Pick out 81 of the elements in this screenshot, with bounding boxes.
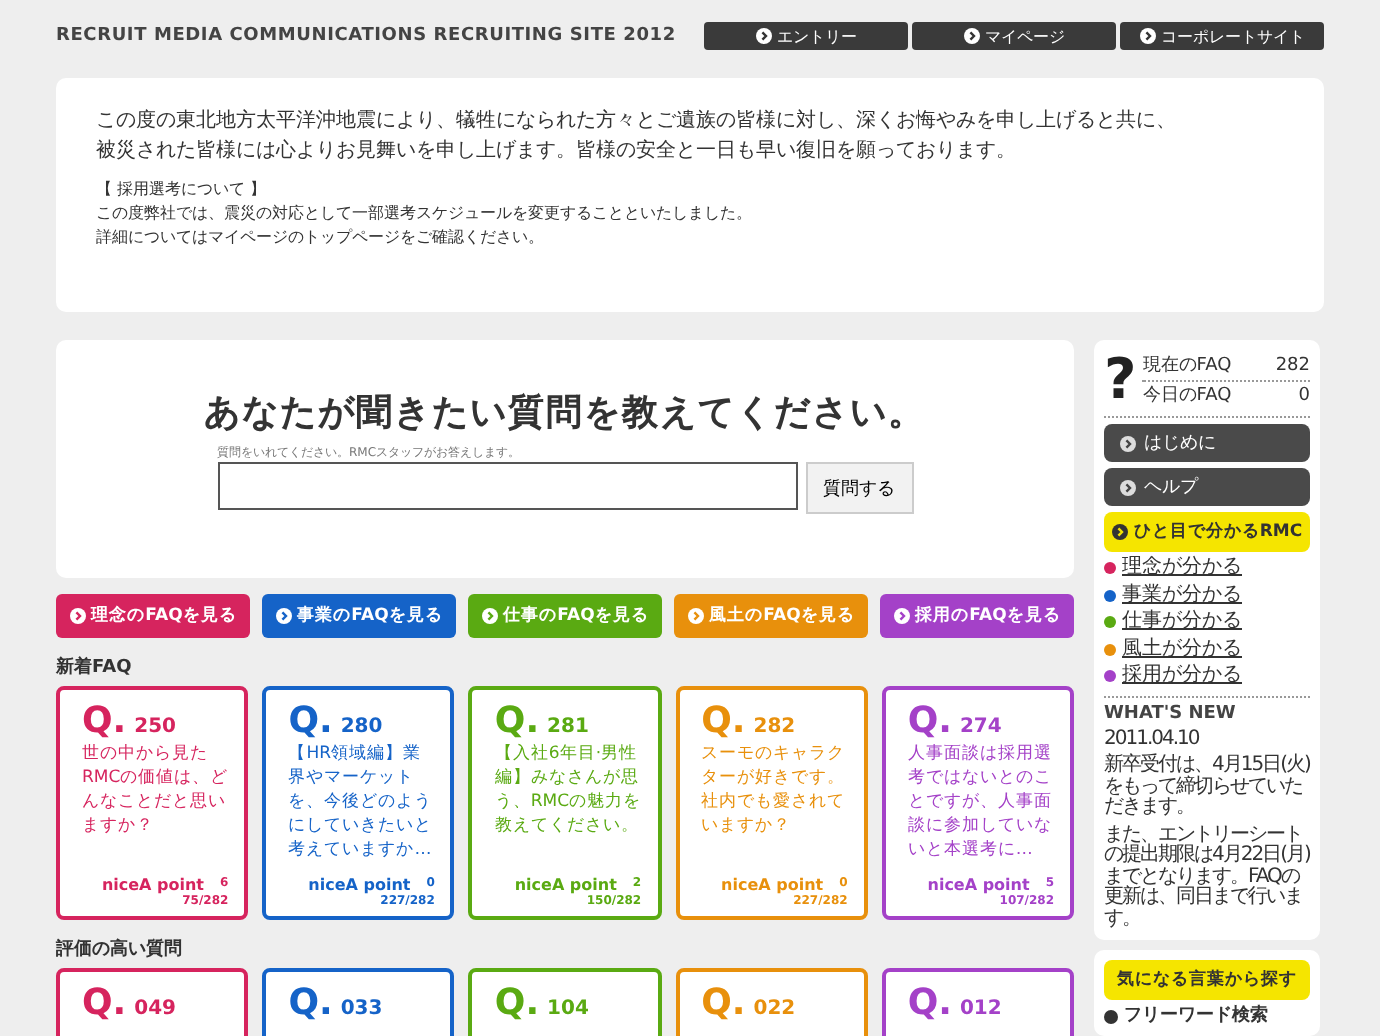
chevron-icon	[1120, 435, 1136, 451]
faq-number: 012	[959, 998, 1002, 1020]
freeword-search-label: フリーワード検索	[1124, 1006, 1268, 1026]
chevron-icon	[687, 608, 704, 624]
faq-question: 世の中から見たRMCの価値は、どんなことだと思いますか？	[82, 742, 229, 840]
notice-heading: 【 採用選考について 】	[96, 178, 269, 202]
faq-question: 人事面談は採用選考ではないとのことですが、人事面談に参加していないと本選考に…	[907, 742, 1054, 864]
overview-button[interactable]: ひと目で分かるRMC	[1104, 512, 1310, 552]
q-mark: Q.	[701, 984, 746, 1024]
category-link[interactable]: 風土が分かる	[1104, 639, 1310, 660]
question-input[interactable]	[217, 462, 797, 510]
nice-label: niceA point	[101, 876, 205, 894]
q-mark: Q.	[288, 984, 333, 1024]
site-title: RECRUIT MEDIA COMMUNICATIONS RECRUITING SITE 2012	[56, 26, 676, 46]
faq-card[interactable]: Q. 033	[262, 968, 455, 1036]
faq-question: スーモのキャラクターが好きです。社内でも愛されていますか？	[701, 742, 848, 840]
stat-value: 0	[1298, 383, 1310, 409]
stat-label: 今日のFAQ	[1142, 383, 1232, 409]
faq-card[interactable]: Q. 049	[56, 968, 249, 1036]
nice-label: niceA point	[721, 876, 824, 894]
notice-text: 被災された皆様には心よりお見舞いを申し上げます。皆様の安全と一日も早い復旧を願っております。	[96, 137, 1018, 166]
question-heading: あなたが聞きたい質問を教えてください。	[204, 390, 926, 436]
section-heading: 新着FAQ	[56, 658, 134, 680]
nice-label: niceA point	[514, 876, 617, 894]
question-mark-icon: ?	[1104, 350, 1137, 410]
sidebar-button[interactable]: はじめに	[1104, 424, 1310, 462]
category-link[interactable]: 仕事が分かる	[1104, 612, 1310, 633]
nice-label: niceA point	[308, 876, 411, 894]
q-mark: Q.	[82, 984, 127, 1024]
chevron-icon	[1111, 524, 1128, 540]
stat-label: 現在のFAQ	[1142, 353, 1232, 379]
nav-link[interactable]: エントリー	[704, 22, 908, 50]
faq-number: 281	[547, 716, 589, 738]
stat-value: 282	[1275, 353, 1310, 379]
q-mark: Q.	[288, 702, 333, 742]
category-link[interactable]: 事業が分かる	[1104, 585, 1310, 606]
faq-number: 104	[547, 998, 589, 1020]
q-mark: Q.	[701, 702, 746, 742]
q-mark: Q.	[494, 702, 540, 742]
sidebar-button[interactable]: ヘルプ	[1104, 468, 1310, 506]
bullet-icon	[1104, 1009, 1118, 1023]
q-mark: Q.	[494, 984, 540, 1024]
faq-number: 282	[753, 716, 796, 738]
keyword-search-button[interactable]: 気になる言葉から探す	[1104, 960, 1310, 1000]
faq-number: 022	[753, 998, 796, 1020]
chevron-icon	[1139, 28, 1155, 44]
chevron-icon	[755, 28, 771, 44]
faq-number: 274	[959, 716, 1002, 738]
chevron-icon	[1120, 479, 1136, 495]
notice-text: 詳細についてはマイページのトップページをご確認ください。	[96, 226, 546, 250]
chevron-icon	[275, 608, 292, 624]
chevron-icon	[893, 608, 910, 624]
nice-label: niceA point	[927, 876, 1030, 894]
faq-number: 280	[340, 716, 383, 738]
notice-text: この度弊社では、震災の対応として一部選考スケジュールを変更することといたしました。	[96, 202, 754, 226]
submit-question-button[interactable]: 質問する	[805, 462, 913, 514]
category-link[interactable]: 理念が分かる	[1104, 558, 1310, 579]
news-text: 新卒受付は、4月15日(火)をもって締切らせていただきます。	[1104, 756, 1310, 819]
news-text: 2011.04.10	[1104, 729, 1201, 750]
faq-number: 033	[340, 998, 383, 1020]
q-mark: Q.	[907, 702, 952, 742]
faq-number: 049	[134, 998, 177, 1020]
news-text: また、エントリーシートの提出期限は4月22日(月)までとなります。FAQの更新は、同日まで行います。	[1104, 825, 1310, 930]
section-heading: 評価の高い質問	[56, 940, 184, 962]
faq-number: 250	[134, 716, 177, 738]
news-heading: WHAT'S NEW	[1104, 703, 1238, 723]
q-mark: Q.	[82, 702, 127, 742]
category-faq-button[interactable]: 採用のFAQを見る	[880, 594, 1074, 638]
category-faq-button[interactable]: 理念のFAQを見る	[56, 594, 250, 638]
nav-link[interactable]: コーポレートサイト	[1120, 22, 1324, 50]
faq-question: 【HR領域編】業界やマーケットを、今後どのようにしていきたいと考えていますか…	[288, 742, 435, 864]
category-link[interactable]: 採用が分かる	[1104, 666, 1310, 687]
chevron-icon	[69, 608, 86, 624]
faq-card[interactable]: Q. 012	[881, 968, 1075, 1036]
faq-question: 【入社6年目·男性編】みなさんが思う、RMCの魅力を教えてください。	[494, 742, 642, 840]
chevron-icon	[481, 608, 498, 624]
nav-link[interactable]: マイページ	[912, 22, 1116, 50]
q-mark: Q.	[907, 984, 952, 1024]
notice-text: この度の東北地方太平洋沖地震により、犠牲になられた方々とご遺族の皆様に対し、深くお悔やみを申し上げると共に、	[96, 107, 1178, 136]
category-faq-button[interactable]: 事業のFAQを見る	[262, 594, 456, 638]
chevron-icon	[963, 28, 979, 44]
